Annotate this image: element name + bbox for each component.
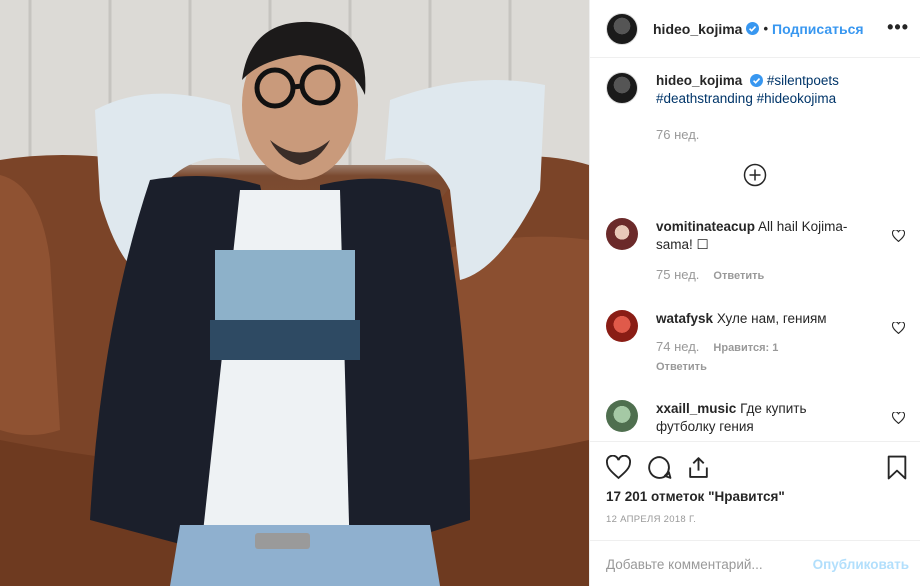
comment-like-heart-icon[interactable] (892, 230, 905, 242)
comment-item: watafysk Хуле нам, гениям 74 нед. Нравит… (606, 310, 905, 400)
comment-avatar[interactable] (606, 310, 638, 342)
post-date: 12 АПРЕЛЯ 2018 Г. (606, 514, 697, 525)
comment-text: Хуле нам, гениям (716, 311, 827, 326)
publish-button[interactable]: Опубликовать (813, 557, 909, 572)
comment-like-heart-icon[interactable] (892, 322, 905, 334)
follow-button[interactable]: Подписаться (772, 21, 864, 37)
like-heart-icon[interactable] (606, 455, 631, 480)
post-actions: 17 201 отметок "Нравится" 12 АПРЕЛЯ 2018… (590, 441, 920, 586)
comment-username[interactable]: watafysk (656, 311, 713, 326)
comment-like-heart-icon[interactable] (892, 412, 905, 424)
comment-username[interactable]: vomitinateacup (656, 219, 755, 234)
comment-avatar[interactable] (606, 218, 638, 250)
post-photo[interactable] (0, 0, 589, 586)
more-options-icon[interactable]: ••• (887, 18, 909, 36)
verified-badge-icon (746, 22, 760, 35)
bookmark-icon[interactable] (886, 455, 908, 480)
author-username[interactable]: hideo_kojima (653, 21, 742, 37)
comment-avatar[interactable] (606, 400, 638, 432)
comment-item: vomitinateacup All hail Kojima-sama! ☐ 7… (606, 218, 905, 310)
load-more-comments-icon[interactable] (743, 163, 767, 187)
comments-list[interactable]: hideo_kojima #silentpoets #deathstrandin… (590, 72, 920, 440)
comment-username[interactable]: xxaill_music (656, 401, 736, 416)
share-icon[interactable] (686, 455, 711, 480)
author-avatar[interactable] (606, 12, 638, 45)
reply-button[interactable]: Ответить (656, 358, 866, 376)
caption-avatar[interactable] (606, 72, 638, 104)
comment-bubble-icon[interactable] (647, 455, 672, 480)
comment-input[interactable]: Добавьте комментарий... (606, 557, 813, 572)
hashtag-silentpoets[interactable]: #silentpoets (767, 73, 839, 88)
post-details-panel: hideo_kojima • Подписаться ••• hideo_koj… (589, 0, 920, 586)
post-header: hideo_kojima • Подписаться ••• (590, 0, 920, 58)
add-comment-bar: Добавьте комментарий... Опубликовать (590, 540, 920, 586)
verified-badge-icon (750, 74, 764, 87)
separator-dot: • (763, 21, 769, 36)
post-photo-illustration (0, 0, 589, 586)
hashtag-hideokojima[interactable]: #hideokojima (757, 91, 837, 106)
reply-button[interactable]: Ответить (713, 267, 764, 285)
hashtag-deathstranding[interactable]: #deathstranding (656, 91, 753, 106)
comment-likes-count[interactable]: Нравится: 1 (713, 339, 778, 357)
caption-time[interactable]: 76 нед. (656, 126, 699, 144)
likes-count[interactable]: 17 201 отметок "Нравится" (606, 489, 785, 504)
caption-username[interactable]: hideo_kojima (656, 73, 742, 88)
comment-item: xxaill_music Где купить футболку гения (606, 400, 905, 440)
comment-time[interactable]: 74 нед. (656, 338, 699, 356)
comment-time[interactable]: 75 нед. (656, 266, 699, 284)
